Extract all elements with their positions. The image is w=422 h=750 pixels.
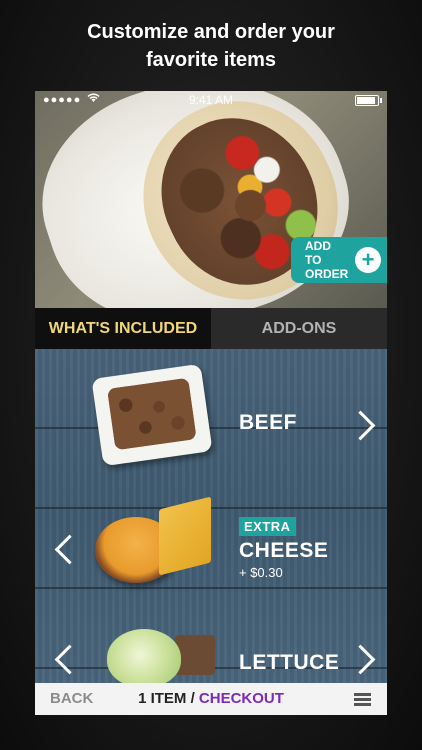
add-to-order-label: ADD TO ORDER: [305, 239, 349, 281]
extra-badge: EXTRA: [239, 517, 296, 536]
bottom-bar: BACK 1 ITEM / CHECKOUT: [35, 683, 387, 715]
separator: /: [186, 690, 199, 707]
tab-whats-included[interactable]: WHAT'S INCLUDED: [35, 308, 211, 358]
beef-dish-image: [91, 363, 213, 467]
ingredient-row-beef[interactable]: BEEF: [35, 363, 387, 467]
chevron-right-icon[interactable]: [345, 644, 376, 675]
ground-beef-image: [106, 377, 197, 451]
headline-line-1: Customize and order your: [87, 21, 335, 43]
product-photo: ADD TO ORDER +: [35, 91, 387, 308]
ingredient-tabs: WHAT'S INCLUDED ADD-ONS: [35, 308, 387, 358]
lettuce-image: [107, 629, 181, 687]
cheese-block-image: [159, 496, 211, 576]
promo-headline: Customize and order your favorite items: [0, 18, 422, 74]
headline-line-2: favorite items: [145, 49, 277, 71]
ingredient-name: BEEF: [239, 411, 298, 434]
plus-circle-icon: +: [355, 247, 381, 273]
cutting-board-image: [175, 635, 215, 675]
chevron-left-icon[interactable]: [54, 644, 85, 675]
cart-summary[interactable]: 1 ITEM / CHECKOUT: [35, 690, 387, 707]
status-bar: ●●●●● 9:41 AM: [35, 91, 387, 109]
add-to-order-button[interactable]: ADD TO ORDER +: [291, 237, 387, 283]
item-count: 1 ITEM: [138, 690, 187, 707]
ingredient-price: + $0.30: [239, 565, 283, 580]
chevron-right-icon[interactable]: [345, 410, 376, 441]
ingredient-list: BEEF EXTRA CHEESE + $0.30 LETTUCE: [35, 349, 387, 687]
chevron-left-icon[interactable]: [54, 534, 85, 565]
hamburger-menu-icon[interactable]: [354, 693, 371, 706]
tab-add-ons[interactable]: ADD-ONS: [211, 308, 387, 349]
ingredient-name: LETTUCE: [239, 651, 340, 674]
phone-screen: ●●●●● 9:41 AM ADD TO ORDER + WHAT'S INCL…: [35, 91, 387, 715]
checkout-link[interactable]: CHECKOUT: [199, 690, 284, 707]
ingredient-row-cheese[interactable]: EXTRA CHEESE + $0.30: [35, 496, 387, 589]
status-time: 9:41 AM: [188, 93, 234, 107]
ingredient-name: CHEESE: [239, 539, 329, 562]
battery-icon: [355, 95, 382, 106]
